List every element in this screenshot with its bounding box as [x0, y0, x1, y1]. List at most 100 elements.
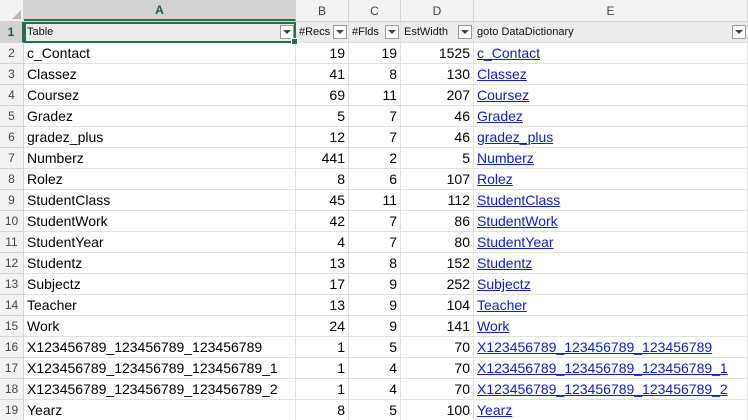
row-header[interactable]: 7	[0, 148, 24, 169]
cell-flds[interactable]: 5	[349, 400, 401, 420]
cell-estwidth[interactable]: 104	[401, 295, 474, 316]
row-header[interactable]: 3	[0, 64, 24, 85]
cell-estwidth[interactable]: 107	[401, 169, 474, 190]
filter-dropdown-icon[interactable]	[280, 25, 294, 39]
cell-flds[interactable]: 11	[349, 85, 401, 106]
hyperlink-data-dictionary[interactable]: Rolez	[474, 169, 748, 190]
hyperlink-data-dictionary[interactable]: Teacher	[474, 295, 748, 316]
cell-flds[interactable]: 9	[349, 274, 401, 295]
row-header[interactable]: 8	[0, 169, 24, 190]
cell-estwidth[interactable]: 70	[401, 337, 474, 358]
column-header-d[interactable]: D	[401, 0, 474, 21]
cell-flds[interactable]: 8	[349, 253, 401, 274]
cell-recs[interactable]: 13	[296, 295, 349, 316]
row-header[interactable]: 10	[0, 211, 24, 232]
cell-flds[interactable]: 7	[349, 232, 401, 253]
row-header[interactable]: 12	[0, 253, 24, 274]
header-cell-estwidth[interactable]: EstWidth	[401, 22, 474, 43]
cell-recs[interactable]: 4	[296, 232, 349, 253]
cell-flds[interactable]: 11	[349, 190, 401, 211]
cell-estwidth[interactable]: 112	[401, 190, 474, 211]
row-header[interactable]: 15	[0, 316, 24, 337]
cell-table-name[interactable]: X123456789_123456789_123456789_1	[24, 358, 296, 379]
cell-flds[interactable]: 9	[349, 295, 401, 316]
cell-table-name[interactable]: StudentClass	[24, 190, 296, 211]
hyperlink-data-dictionary[interactable]: StudentWork	[474, 211, 748, 232]
cell-flds[interactable]: 4	[349, 379, 401, 400]
row-header[interactable]: 6	[0, 127, 24, 148]
column-header-b[interactable]: B	[296, 0, 349, 21]
filter-dropdown-icon[interactable]	[333, 25, 347, 39]
cell-table-name[interactable]: Gradez	[24, 106, 296, 127]
row-header[interactable]: 13	[0, 274, 24, 295]
cell-estwidth[interactable]: 70	[401, 379, 474, 400]
cell-recs[interactable]: 13	[296, 253, 349, 274]
cell-estwidth[interactable]: 46	[401, 106, 474, 127]
row-header[interactable]: 4	[0, 85, 24, 106]
hyperlink-data-dictionary[interactable]: Yearz	[474, 400, 748, 420]
column-header-a[interactable]: A	[24, 0, 296, 21]
cell-estwidth[interactable]: 5	[401, 148, 474, 169]
cell-table-name[interactable]: StudentYear	[24, 232, 296, 253]
row-header[interactable]: 11	[0, 232, 24, 253]
cell-table-name[interactable]: X123456789_123456789_123456789_2	[24, 379, 296, 400]
row-header-1[interactable]: 1	[0, 22, 24, 43]
cell-table-name[interactable]: Numberz	[24, 148, 296, 169]
cell-table-name[interactable]: Subjectz	[24, 274, 296, 295]
filter-dropdown-icon[interactable]	[385, 25, 399, 39]
hyperlink-data-dictionary[interactable]: Studentz	[474, 253, 748, 274]
cell-table-name[interactable]: X123456789_123456789_123456789	[24, 337, 296, 358]
hyperlink-data-dictionary[interactable]: Numberz	[474, 148, 748, 169]
cell-flds[interactable]: 8	[349, 64, 401, 85]
hyperlink-data-dictionary[interactable]: Coursez	[474, 85, 748, 106]
hyperlink-data-dictionary[interactable]: c_Contact	[474, 43, 748, 64]
cell-recs[interactable]: 45	[296, 190, 349, 211]
hyperlink-data-dictionary[interactable]: X123456789_123456789_123456789	[474, 337, 748, 358]
header-cell-table[interactable]: Table	[24, 22, 298, 45]
header-cell-recs[interactable]: #Recs	[296, 22, 349, 43]
cell-table-name[interactable]: StudentWork	[24, 211, 296, 232]
row-header[interactable]: 14	[0, 295, 24, 316]
hyperlink-data-dictionary[interactable]: X123456789_123456789_123456789_2	[474, 379, 748, 400]
select-all-button[interactable]	[0, 0, 24, 21]
cell-recs[interactable]: 1	[296, 379, 349, 400]
cell-flds[interactable]: 7	[349, 106, 401, 127]
hyperlink-data-dictionary[interactable]: Work	[474, 316, 748, 337]
hyperlink-data-dictionary[interactable]: X123456789_123456789_123456789_1	[474, 358, 748, 379]
row-header[interactable]: 19	[0, 400, 24, 420]
cell-table-name[interactable]: Coursez	[24, 85, 296, 106]
cell-estwidth[interactable]: 80	[401, 232, 474, 253]
column-header-c[interactable]: C	[349, 0, 401, 21]
filter-dropdown-icon[interactable]	[458, 25, 472, 39]
cell-flds[interactable]: 6	[349, 169, 401, 190]
row-header[interactable]: 16	[0, 337, 24, 358]
cell-recs[interactable]: 8	[296, 169, 349, 190]
cell-table-name[interactable]: Yearz	[24, 400, 296, 420]
hyperlink-data-dictionary[interactable]: Subjectz	[474, 274, 748, 295]
cell-recs[interactable]: 5	[296, 106, 349, 127]
cell-estwidth[interactable]: 130	[401, 64, 474, 85]
cell-estwidth[interactable]: 100	[401, 400, 474, 420]
cell-recs[interactable]: 1	[296, 337, 349, 358]
row-header[interactable]: 17	[0, 358, 24, 379]
row-header[interactable]: 5	[0, 106, 24, 127]
hyperlink-data-dictionary[interactable]: Classez	[474, 64, 748, 85]
cell-recs[interactable]: 441	[296, 148, 349, 169]
cell-recs[interactable]: 42	[296, 211, 349, 232]
cell-flds[interactable]: 4	[349, 358, 401, 379]
hyperlink-data-dictionary[interactable]: StudentClass	[474, 190, 748, 211]
filter-dropdown-icon[interactable]	[732, 25, 746, 39]
cell-estwidth[interactable]: 46	[401, 127, 474, 148]
cell-estwidth[interactable]: 207	[401, 85, 474, 106]
cell-recs[interactable]: 19	[296, 43, 349, 64]
cell-table-name[interactable]: c_Contact	[24, 43, 296, 64]
row-header[interactable]: 9	[0, 190, 24, 211]
cell-flds[interactable]: 7	[349, 211, 401, 232]
cell-estwidth[interactable]: 141	[401, 316, 474, 337]
cell-estwidth[interactable]: 70	[401, 358, 474, 379]
cell-recs[interactable]: 8	[296, 400, 349, 420]
cell-table-name[interactable]: Classez	[24, 64, 296, 85]
cell-recs[interactable]: 41	[296, 64, 349, 85]
header-cell-flds[interactable]: #Flds	[349, 22, 401, 43]
row-header[interactable]: 2	[0, 43, 24, 64]
